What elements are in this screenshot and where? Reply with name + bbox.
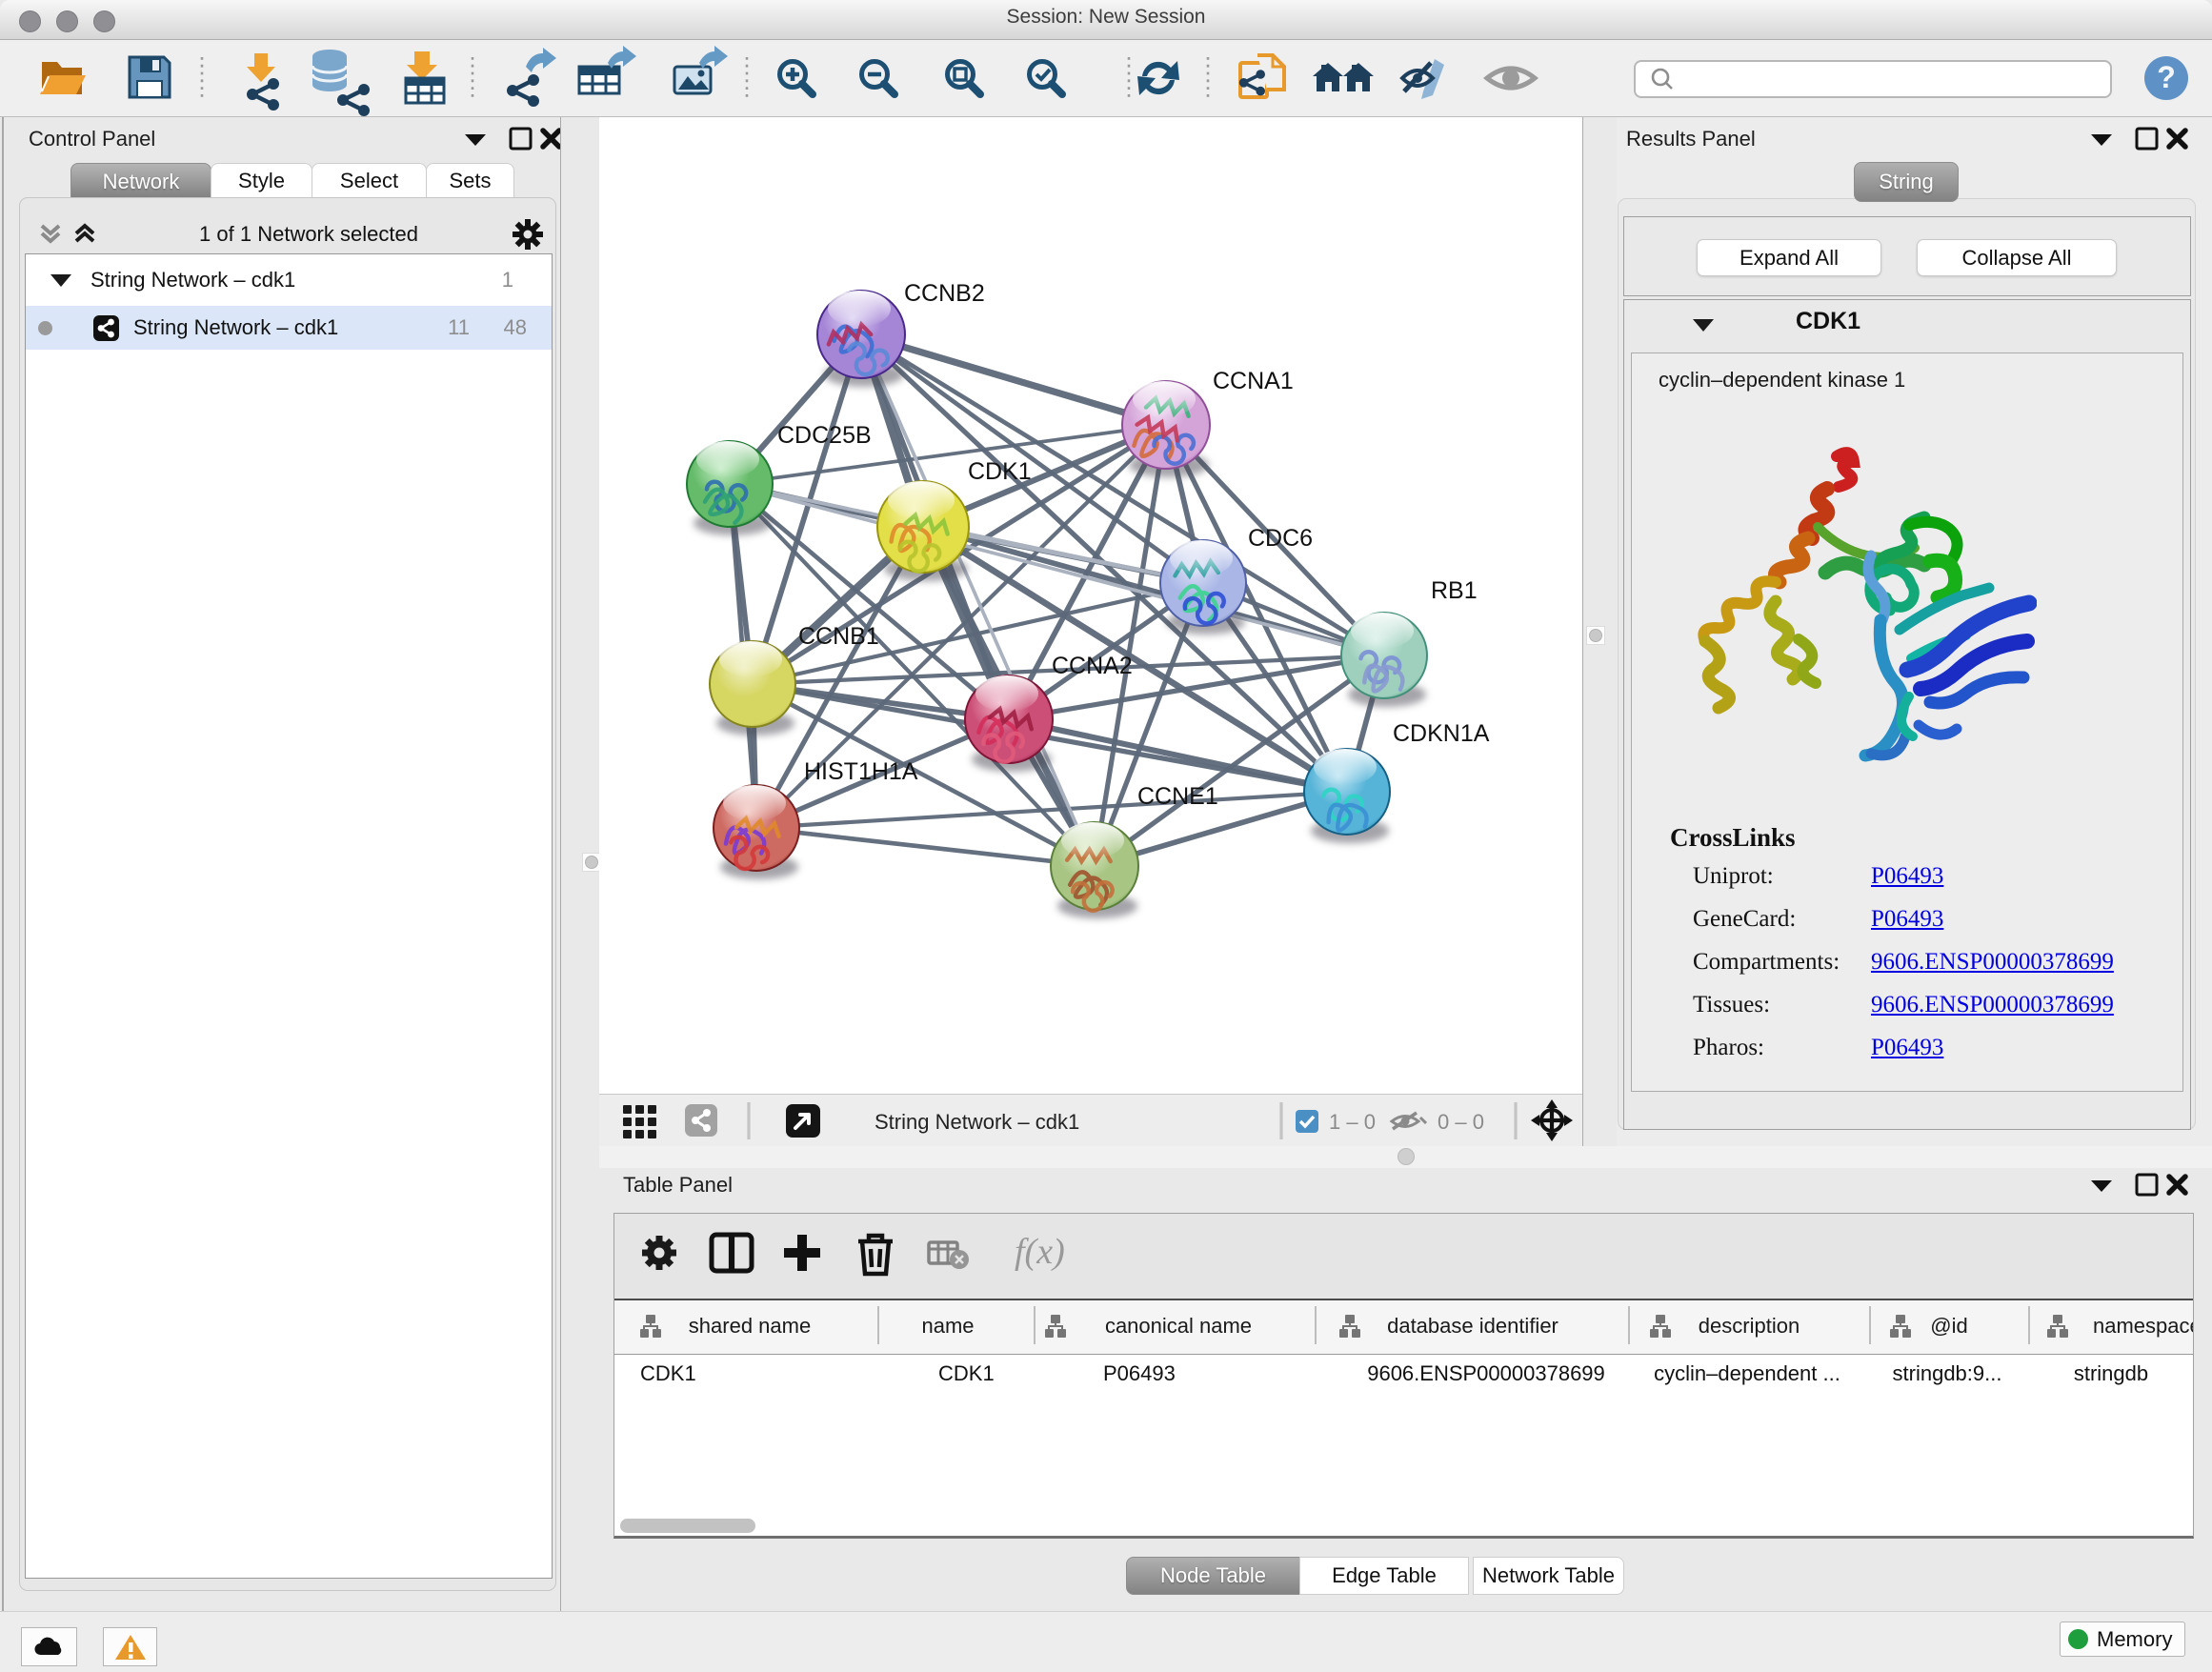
svg-text:namespace: namespace: [2093, 1314, 2193, 1338]
svg-text:stringdb: stringdb: [2074, 1361, 2148, 1385]
svg-text:CDK1: CDK1: [968, 458, 1032, 485]
svg-text:9606.ENSP00000378699: 9606.ENSP00000378699: [1367, 1361, 1605, 1385]
svg-text:1 – 0: 1 – 0: [1329, 1110, 1376, 1134]
svg-text:CCNE1: CCNE1: [1137, 783, 1218, 810]
svg-text:CDK1: CDK1: [938, 1361, 995, 1385]
svg-text:stringdb:9...: stringdb:9...: [1893, 1361, 2002, 1385]
svg-text:CDK1: CDK1: [640, 1361, 696, 1385]
svg-text:HIST1H1A: HIST1H1A: [804, 758, 918, 785]
svg-text:?: ?: [2157, 60, 2176, 94]
svg-text:canonical name: canonical name: [1105, 1314, 1252, 1338]
svg-text:P06493: P06493: [1103, 1361, 1176, 1385]
svg-text:CCNA1: CCNA1: [1213, 368, 1294, 394]
svg-text:description: description: [1699, 1314, 1800, 1338]
svg-text:String Network – cdk1: String Network – cdk1: [875, 1110, 1079, 1134]
svg-text:CDC25B: CDC25B: [777, 422, 872, 449]
svg-text:name: name: [921, 1314, 974, 1338]
svg-text:f(x): f(x): [1015, 1232, 1065, 1272]
svg-text:0 – 0: 0 – 0: [1438, 1110, 1484, 1134]
svg-text:CDKN1A: CDKN1A: [1393, 720, 1490, 747]
svg-text:CCNA2: CCNA2: [1052, 653, 1133, 679]
svg-text:cyclin–dependent ...: cyclin–dependent ...: [1654, 1361, 1840, 1385]
svg-text:CDC6: CDC6: [1248, 525, 1313, 552]
svg-text:CCNB1: CCNB1: [798, 623, 879, 650]
svg-text:database identifier: database identifier: [1387, 1314, 1558, 1338]
svg-text:RB1: RB1: [1431, 577, 1478, 604]
svg-text:CCNB2: CCNB2: [904, 280, 985, 307]
svg-text:shared name: shared name: [689, 1314, 811, 1338]
svg-text:@id: @id: [1930, 1314, 1967, 1338]
